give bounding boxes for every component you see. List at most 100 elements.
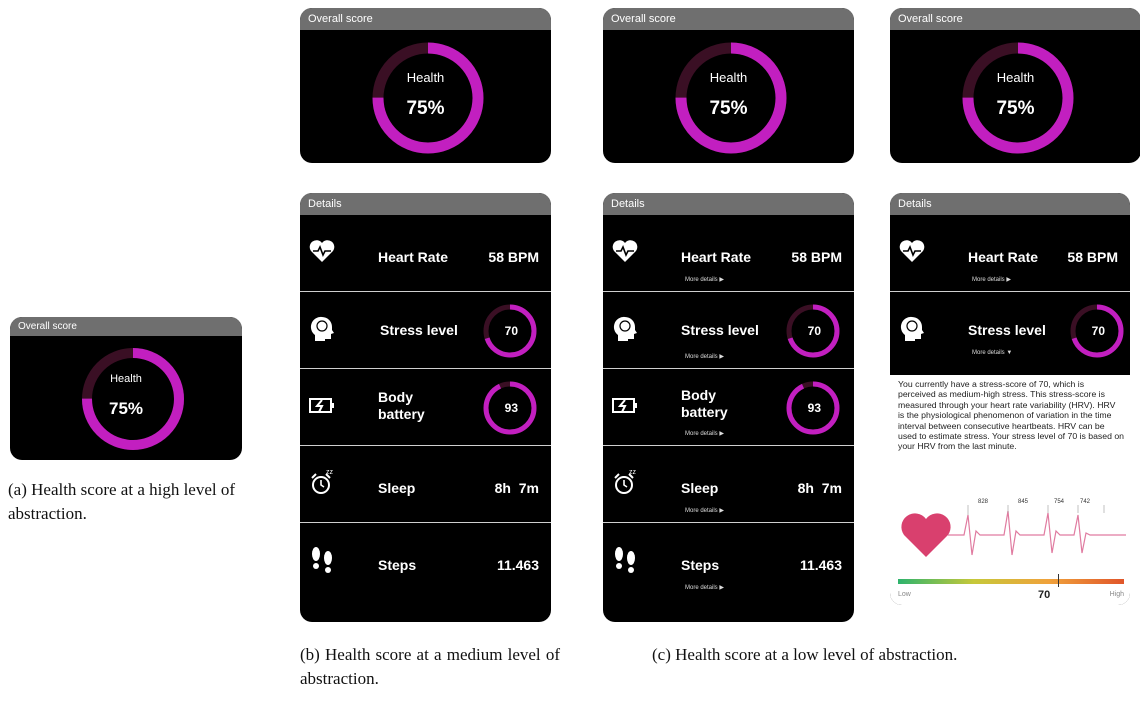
health-value: 75%: [406, 98, 445, 119]
details-header: Details: [300, 193, 551, 215]
body-battery-label-2: battery: [378, 406, 425, 422]
battery-charging-icon: [309, 398, 334, 413]
body-battery-row[interactable]: Body battery 93: [300, 369, 551, 446]
health-value: 75%: [709, 98, 748, 119]
battery-charging-icon: [612, 398, 637, 413]
more-details-link[interactable]: More details ▶: [685, 430, 724, 437]
health-value: 75%: [996, 98, 1035, 119]
steps-row: Steps 11.463 More details ▶: [603, 523, 854, 599]
more-details-link[interactable]: More details ▶: [685, 584, 724, 591]
footprints-icon: [312, 547, 332, 573]
body-battery-label-1: Body: [681, 387, 716, 403]
rr-interval-3: 754: [1054, 499, 1065, 505]
chevron-right-icon: ▶: [1006, 277, 1011, 283]
stress-scale-marker: [1058, 574, 1059, 587]
chevron-right-icon: ▶: [719, 354, 724, 360]
stress-label: Stress level: [380, 322, 458, 338]
alarm-clock-icon: zz: [311, 469, 334, 494]
more-details-link[interactable]: More details ▶: [972, 276, 1011, 283]
ecg-line: [948, 510, 1126, 556]
chevron-right-icon: ▶: [719, 277, 724, 283]
overall-score-card-a: Overall score Health 75%: [10, 317, 242, 460]
overall-score-header: Overall score: [10, 317, 242, 336]
heart-icon: [612, 240, 638, 262]
chevron-right-icon: ▶: [719, 585, 724, 591]
body-battery-value: 93: [504, 401, 518, 415]
health-label: Health: [110, 373, 142, 385]
overall-score-header: Overall score: [890, 8, 1140, 30]
brain-head-icon: [900, 316, 924, 341]
details-header: Details: [890, 193, 1130, 215]
brain-head-icon: [613, 316, 637, 341]
stress-label: Stress level: [681, 322, 759, 338]
svg-text:zz: zz: [326, 469, 334, 476]
more-details-toggle[interactable]: More details ▼: [972, 350, 1012, 356]
chevron-right-icon: ▶: [719, 431, 724, 437]
stress-row: Stress level 70 More details ▶: [603, 292, 854, 369]
heart-rate-label: Heart Rate: [968, 249, 1039, 265]
steps-row[interactable]: Steps 11.463: [300, 523, 551, 599]
alarm-clock-icon: zz: [614, 469, 637, 494]
overall-score-card-c1: Overall score Health 75%: [603, 8, 854, 163]
stress-explanation-text: You currently have a stress-score of 70,…: [898, 379, 1124, 452]
heart-icon: [899, 240, 925, 262]
more-details-link[interactable]: More details ▶: [685, 276, 724, 283]
overall-score-card-c2: Overall score Health 75%: [890, 8, 1140, 163]
stress-value: 70: [807, 324, 821, 338]
heart-icon: [309, 240, 335, 262]
scale-high-label: High: [1109, 591, 1124, 598]
body-battery-value: 93: [807, 401, 821, 415]
body-battery-label-1: Body: [378, 389, 413, 405]
sleep-row[interactable]: zz Sleep 8h 7m: [300, 446, 551, 523]
scale-low-label: Low: [898, 591, 911, 598]
caption-c: (c) Health score at a low level of abstr…: [652, 645, 958, 664]
heart-rate-label: Heart Rate: [681, 249, 752, 265]
health-label: Health: [709, 70, 748, 85]
health-value: 75%: [108, 399, 144, 418]
body-battery-label-2: battery: [681, 404, 728, 420]
stress-row[interactable]: Stress level 70: [300, 292, 551, 369]
details-card-c2: Details Heart Rate 58 BPM More details ▶…: [890, 193, 1130, 605]
more-details-link[interactable]: More details ▶: [685, 507, 724, 514]
stress-explanation-panel: You currently have a stress-score of 70,…: [890, 375, 1130, 605]
details-header: Details: [603, 193, 854, 215]
details-card-c1: Details Heart Rate 58 BPM More details ▶…: [603, 193, 854, 622]
steps-label: Steps: [681, 557, 720, 573]
more-details-link[interactable]: More details ▶: [685, 353, 724, 360]
caption-b: (b) Health score at a medium level of ab…: [300, 645, 560, 688]
brain-head-icon: [310, 316, 334, 341]
sleep-value: 8h 7m: [494, 480, 539, 496]
stress-row: Stress level 70 More details ▼: [890, 292, 1130, 368]
overall-score-card-b: Overall score Health 75%: [300, 8, 551, 163]
rr-interval-1: 828: [978, 499, 989, 505]
rr-interval-2: 845: [1018, 499, 1029, 505]
stress-value: 70: [504, 324, 518, 338]
heartbeat-graphic: 828 845 754 742: [901, 499, 1126, 557]
heart-rate-value: 58 BPM: [1067, 249, 1118, 265]
health-label: Health: [406, 70, 445, 85]
steps-value: 11.463: [496, 557, 539, 573]
overall-score-header: Overall score: [603, 8, 854, 30]
sleep-label: Sleep: [378, 480, 416, 496]
heart-rate-row: Heart Rate 58 BPM More details ▶: [890, 215, 1130, 292]
overall-score-header: Overall score: [300, 8, 551, 30]
heart-rate-label: Heart Rate: [378, 249, 449, 265]
sleep-row: zz Sleep 8h 7m More details ▶: [603, 446, 854, 523]
heart-rate-row[interactable]: Heart Rate 58 BPM: [300, 215, 551, 292]
steps-label: Steps: [378, 557, 417, 573]
heart-rate-row: Heart Rate 58 BPM More details ▶: [603, 215, 854, 292]
heart-rate-value: 58 BPM: [488, 249, 539, 265]
footprints-icon: [615, 547, 635, 573]
heart-icon: [901, 513, 951, 557]
rr-interval-4: 742: [1080, 499, 1091, 505]
sleep-value: 8h 7m: [797, 480, 842, 496]
svg-text:zz: zz: [629, 469, 637, 476]
steps-value: 11.463: [799, 557, 842, 573]
stress-label: Stress level: [968, 322, 1046, 338]
chevron-down-icon: ▼: [1006, 350, 1013, 356]
details-card-b: Details Heart Rate 58 BPM Stress level 7…: [300, 193, 551, 622]
heart-rate-value: 58 BPM: [791, 249, 842, 265]
body-battery-row: Body battery 93 More details ▶: [603, 369, 854, 446]
stress-value: 70: [1091, 324, 1105, 338]
caption-a: (a) Health score at a high level of abst…: [8, 480, 236, 523]
